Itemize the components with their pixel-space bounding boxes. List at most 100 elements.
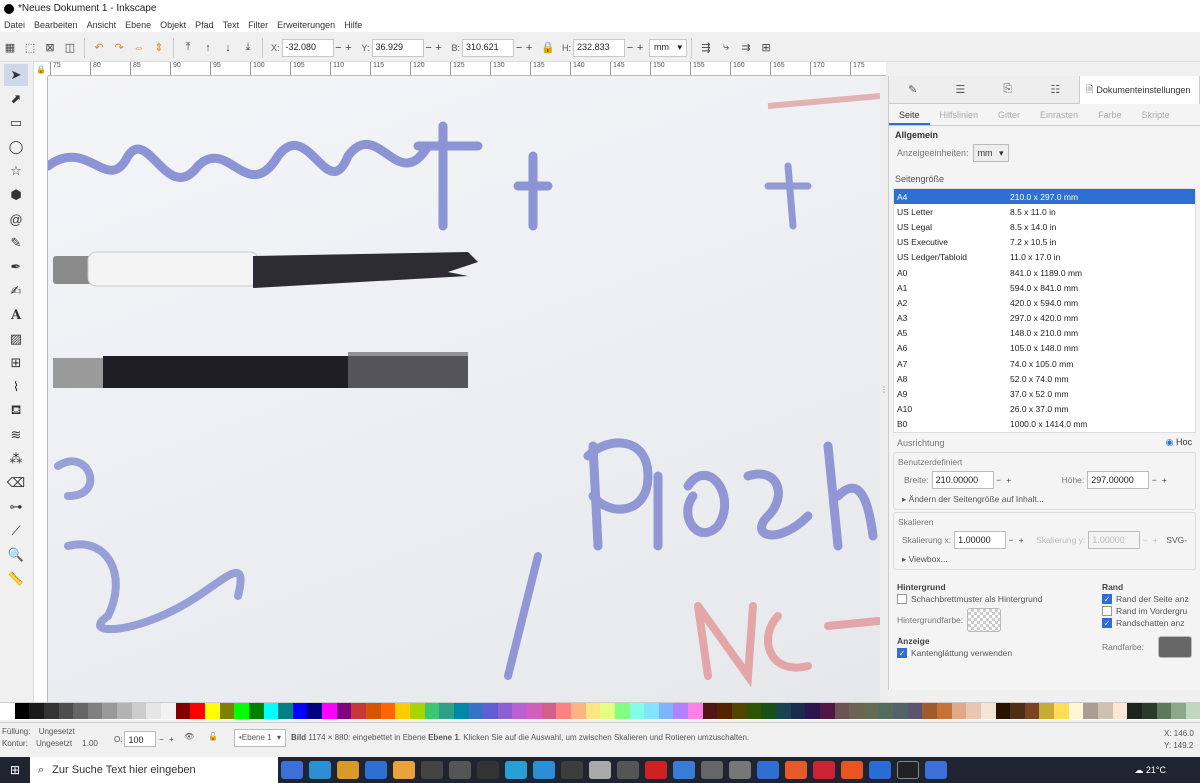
measure-tool-icon[interactable]: ⟋ [4, 520, 28, 542]
palette-swatch[interactable] [834, 703, 850, 719]
live-app-icon[interactable] [477, 761, 499, 779]
tool-app-icon[interactable] [617, 761, 639, 779]
palette-swatch[interactable] [439, 703, 454, 719]
menu-pfad[interactable]: Pfad [195, 20, 214, 30]
page-size-row[interactable]: US Letter 8.5 x 11.0 in [894, 204, 1195, 219]
taskbar-search[interactable]: ⌕ Zur Suche Text hier eingeben [30, 757, 278, 783]
stroke-value[interactable]: Ungesetzt [36, 739, 72, 748]
app-icon[interactable] [421, 761, 443, 779]
skype-icon[interactable] [505, 761, 527, 779]
page-size-row[interactable]: A10 26.0 x 37.0 mm [894, 402, 1195, 417]
page-width-input[interactable]: 210.00000 [931, 471, 994, 489]
objects-tab-icon[interactable]: ☰ [937, 76, 985, 104]
palette-swatch[interactable] [102, 703, 118, 719]
border-show-checkbox[interactable]: ✓ Rand der Seite anz [1101, 594, 1192, 604]
unity-icon[interactable] [729, 761, 751, 779]
palette-swatch[interactable] [161, 703, 176, 719]
palette-swatch[interactable] [292, 703, 308, 719]
page-size-row[interactable]: US Executive 7.2 x 10.5 in [894, 235, 1195, 250]
fill-stroke-tab-icon[interactable]: ✎ [889, 76, 937, 104]
palette-swatch[interactable] [849, 703, 864, 719]
palette-swatch[interactable] [585, 703, 601, 719]
app-icon[interactable] [869, 761, 891, 779]
palette-swatch[interactable] [29, 703, 44, 719]
edge-icon[interactable] [309, 761, 331, 779]
app-icon[interactable] [701, 761, 723, 779]
tweak-tool-icon[interactable]: ≋ [4, 424, 28, 446]
tab-farbe[interactable]: Farbe [1088, 104, 1132, 125]
selector-tool-icon[interactable]: ➤ [4, 64, 28, 86]
palette-swatch[interactable] [893, 703, 908, 719]
rotate-ccw-icon[interactable]: ↶ [89, 38, 109, 58]
zoom-tool-icon[interactable]: 🔍 [4, 544, 28, 566]
select-all-icon[interactable]: ▦ [0, 38, 20, 58]
page-size-row[interactable]: A9 37.0 x 52.0 mm [894, 386, 1195, 401]
text-tool-icon[interactable]: A [4, 304, 28, 326]
antialias-checkbox[interactable]: ✓ Kantenglättung verwenden [897, 648, 1102, 658]
eraser-tool-icon[interactable]: ⌫ [4, 472, 28, 494]
palette-swatch[interactable] [819, 703, 835, 719]
palette-swatch[interactable] [0, 703, 15, 719]
palette-swatch[interactable] [1171, 703, 1186, 719]
layers-tab-icon[interactable]: ☷ [1032, 76, 1080, 104]
toggle-layer-visibility-icon[interactable]: 👁 [184, 732, 194, 741]
kau-app-icon[interactable] [589, 761, 611, 779]
page-size-row[interactable]: A3 297.0 x 420.0 mm [894, 311, 1195, 326]
page-size-row[interactable]: A4 210.0 x 297.0 mm [894, 189, 1195, 205]
palette-swatch[interactable] [1068, 703, 1084, 719]
viewbox-expander[interactable]: ▸ Viewbox... [898, 554, 1191, 565]
tab-skripte[interactable]: Skripte [1132, 104, 1180, 125]
palette-swatch[interactable] [995, 703, 1011, 719]
pencil-tool-icon[interactable]: ✎ [4, 232, 28, 254]
x-plus-button[interactable]: + [344, 42, 354, 54]
palette-swatch[interactable] [497, 703, 513, 719]
palette-swatch[interactable] [380, 703, 396, 719]
palette-swatch[interactable] [395, 703, 410, 719]
unit-select[interactable]: mm ▾ [649, 38, 688, 57]
page-size-row[interactable]: A1 594.0 x 841.0 mm [894, 280, 1195, 295]
palette-swatch[interactable] [717, 703, 733, 719]
palette-swatch[interactable] [204, 703, 220, 719]
menu-bearbeiten[interactable]: Bearbeiten [34, 20, 78, 30]
chrome-icon[interactable] [393, 761, 415, 779]
task-view-icon[interactable] [281, 761, 303, 779]
palette-swatch[interactable] [131, 703, 147, 719]
lower-to-bottom-icon[interactable]: ⤓ [238, 38, 258, 58]
rectangle-tool-icon[interactable]: ▭ [4, 112, 28, 134]
pen-tool-icon[interactable]: ✒ [4, 256, 28, 278]
opacity-plus-button[interactable]: + [166, 735, 176, 744]
menu-text[interactable]: Text [223, 20, 240, 30]
dropper-tool-icon[interactable]: ⌇ [4, 376, 28, 398]
spiral-tool-icon[interactable]: @ [4, 208, 28, 230]
file-explorer-icon[interactable] [337, 761, 359, 779]
mesh-tool-icon[interactable]: ⊞ [4, 352, 28, 374]
app-icon[interactable] [757, 761, 779, 779]
palette-swatch[interactable] [644, 703, 659, 719]
page-height-minus-button[interactable]: − [1149, 475, 1159, 485]
palette-swatch[interactable] [527, 703, 542, 719]
palette-swatch[interactable] [322, 703, 337, 719]
embedded-photo[interactable] [48, 76, 880, 702]
width-minus-button[interactable]: − [514, 42, 524, 54]
export-tab-icon[interactable]: ⎘ [984, 76, 1032, 104]
select-all-layers-icon[interactable]: ⬚ [20, 38, 40, 58]
palette-swatch[interactable] [805, 703, 820, 719]
page-size-row[interactable]: US Legal 8.5 x 14.0 in [894, 219, 1195, 234]
y-plus-button[interactable]: + [434, 42, 444, 54]
palette-swatch[interactable] [775, 703, 791, 719]
toggle-layer-lock-icon[interactable]: 🔓 [208, 732, 218, 741]
transform-patterns-icon[interactable]: ⊞ [756, 38, 776, 58]
palette-swatch[interactable] [409, 703, 425, 719]
palette-swatch[interactable] [146, 703, 162, 719]
palette-swatch[interactable] [424, 703, 440, 719]
palette-swatch[interactable] [1039, 703, 1055, 719]
palette-swatch[interactable] [951, 703, 967, 719]
height-plus-button[interactable]: + [635, 42, 645, 54]
menu-hilfe[interactable]: Hilfe [344, 20, 362, 30]
palette-swatch[interactable] [351, 703, 367, 719]
document-properties-tab[interactable]: 🗎 Dokumenteinstellungen [1079, 76, 1200, 104]
tab-gitter[interactable]: Gitter [988, 104, 1030, 125]
palette-swatch[interactable] [790, 703, 806, 719]
fill-value[interactable]: Ungesetzt [39, 727, 75, 736]
palette-swatch[interactable] [248, 703, 264, 719]
